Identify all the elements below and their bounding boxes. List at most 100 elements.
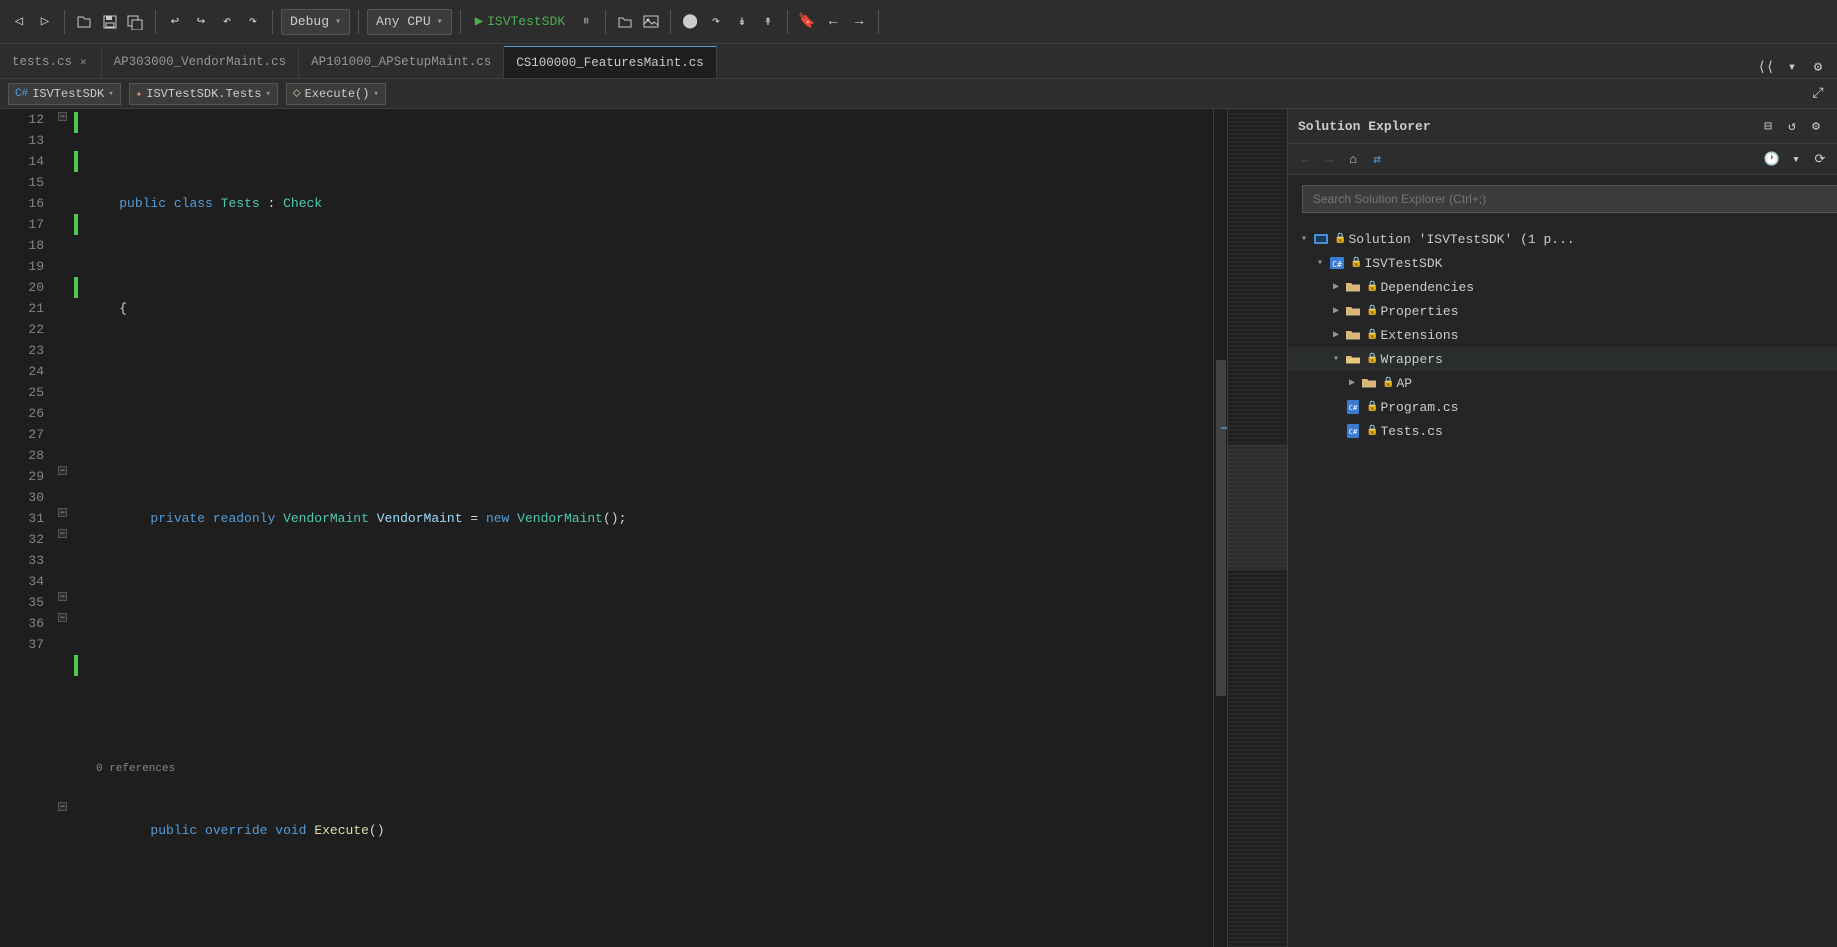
tab-ap101000[interactable]: AP101000_APSetupMaint.cs [299, 46, 504, 78]
tab-tests-cs[interactable]: tests.cs ✕ [0, 46, 102, 78]
se-filter-icon[interactable]: ▾ [1785, 148, 1807, 170]
debug-config-dropdown[interactable]: Debug ▾ [281, 9, 350, 35]
line-num-20: 20 [0, 277, 44, 298]
run-button[interactable]: ▶ ISVTestSDK [469, 9, 571, 35]
save-all-icon[interactable] [125, 11, 147, 33]
code-line-14 [88, 403, 1213, 424]
scroll-thumb[interactable] [1216, 360, 1226, 695]
se-btn-settings[interactable]: ⚙ [1805, 115, 1827, 137]
chevron-properties[interactable]: ▶ [1328, 303, 1344, 319]
tree-item-extensions[interactable]: ▶ 🔒 Extensions [1288, 323, 1837, 347]
tabs-settings[interactable]: ⚙ [1807, 56, 1829, 78]
breakpoints-icon[interactable]: ⬤ [679, 11, 701, 33]
line-num-36: 36 [0, 613, 44, 634]
lock-icon-tests: 🔒 [1366, 425, 1378, 437]
se-btn-collapse[interactable]: ⊟ [1757, 115, 1779, 137]
nav-forward-icon[interactable]: → [848, 11, 870, 33]
project-nav-dropdown[interactable]: C# ISVTestSDK ▾ [8, 83, 121, 105]
code-editor[interactable]: 12 13 14 15 16 17 18 19 20 21 22 23 24 2… [0, 109, 1287, 947]
tree-label-project: ISVTestSDK [1364, 256, 1442, 271]
class-nav-dropdown[interactable]: ✦ ISVTestSDK.Tests ▾ [129, 83, 278, 105]
tab-close-tests[interactable]: ✕ [78, 54, 89, 70]
se-home-button[interactable]: ⌂ [1342, 148, 1364, 170]
green-bar-16 [74, 214, 78, 235]
vertical-scrollbar[interactable] [1213, 109, 1227, 947]
undo2-icon[interactable]: ↶ [216, 11, 238, 33]
bookmark-icon[interactable]: 🔖 [796, 11, 818, 33]
step-into-icon[interactable]: ↡ [731, 11, 753, 33]
tree-item-solution[interactable]: ▾ 🔒 Solution 'ISVTestSDK' (1 p... [1288, 227, 1837, 251]
solution-explorer-header: Solution Explorer ⊟ ↺ ⚙ [1288, 109, 1837, 144]
se-refresh-icon[interactable]: ⟳ [1809, 148, 1831, 170]
tabs-scroll-left[interactable]: ⟨⟨ [1755, 56, 1777, 78]
tree-item-dependencies[interactable]: ▶ 🔒 Dependencies [1288, 275, 1837, 299]
se-back-button[interactable]: ← [1294, 148, 1316, 170]
solution-icon [1312, 230, 1330, 248]
collapse-21[interactable]: − [58, 529, 67, 538]
collapse-24[interactable]: − [58, 592, 67, 601]
expand-icon[interactable]: ⤢ [1807, 83, 1829, 105]
redo2-icon[interactable]: ↷ [242, 11, 264, 33]
tree-item-ap[interactable]: ▶ 🔒 AP [1288, 371, 1837, 395]
tabs-dropdown[interactable]: ▾ [1781, 56, 1803, 78]
chevron-project[interactable]: ▾ [1312, 255, 1328, 271]
tree-item-wrappers[interactable]: ▾ 🔒 Wrappers [1288, 347, 1837, 371]
collapse-20[interactable]: − [58, 508, 67, 517]
collapse-12[interactable]: − [58, 112, 67, 121]
tab-label-ap101000: AP101000_APSetupMaint.cs [311, 55, 491, 69]
tab-ap303000[interactable]: AP303000_VendorMaint.cs [102, 46, 300, 78]
chevron-ap[interactable]: ▶ [1344, 375, 1360, 391]
se-sync-button[interactable]: ⇄ [1366, 148, 1388, 170]
undo-icon[interactable]: ↩ [164, 11, 186, 33]
pause-icon[interactable]: ⏸ [575, 11, 597, 33]
chevron-dependencies[interactable]: ▶ [1328, 279, 1344, 295]
toolbar-sep-1 [64, 10, 65, 34]
line-num-24: 24 [0, 361, 44, 382]
chevron-wrappers[interactable]: ▾ [1328, 351, 1344, 367]
platform-label: Any CPU [376, 14, 431, 29]
toolbar-sep-7 [670, 10, 671, 34]
se-forward-button[interactable]: → [1318, 148, 1340, 170]
tree-label-solution: Solution 'ISVTestSDK' (1 p... [1348, 232, 1574, 247]
chevron-solution[interactable]: ▾ [1296, 231, 1312, 247]
image-icon[interactable] [640, 11, 662, 33]
go-back-icon[interactable]: ◁ [8, 11, 30, 33]
project-icon: C# [1328, 254, 1346, 272]
expand-editor-btn[interactable]: ⤢ [1807, 83, 1829, 105]
save-icon[interactable] [99, 11, 121, 33]
folder-icon-ap [1360, 374, 1378, 392]
chevron-extensions[interactable]: ▶ [1328, 327, 1344, 343]
class-nav-icon: ✦ [136, 87, 143, 101]
lock-icon-wrappers: 🔒 [1366, 353, 1378, 365]
tree-item-properties[interactable]: ▶ 🔒 Properties [1288, 299, 1837, 323]
tab-cs100000[interactable]: CS100000_FeaturesMaint.cs [504, 46, 717, 78]
step-over-icon[interactable]: ↷ [705, 11, 727, 33]
se-clock-icon[interactable]: 🕐 [1761, 148, 1783, 170]
collapse-17[interactable]: − [58, 466, 67, 475]
method-nav-dropdown[interactable]: ⬦ Execute() ▾ [286, 83, 386, 105]
toolbar-sep-2 [155, 10, 156, 34]
line-num-21: 21 [0, 298, 44, 319]
debug-config-arrow: ▾ [335, 16, 341, 28]
platform-dropdown[interactable]: Any CPU ▾ [367, 9, 452, 35]
tree-item-tests-cs[interactable]: ▶ C# 🔒 Tests.cs [1288, 419, 1837, 443]
run-icon: ▶ [475, 13, 483, 30]
collapse-25[interactable]: − [58, 613, 67, 622]
step-out-icon[interactable]: ↟ [757, 11, 779, 33]
go-forward-icon[interactable]: ▷ [34, 11, 56, 33]
class-nav-arrow: ▾ [265, 89, 270, 99]
cs-icon-program: C# [1344, 398, 1362, 416]
solution-explorer-search[interactable] [1302, 185, 1837, 213]
code-content[interactable]: public class Tests : Check { private rea… [80, 109, 1213, 947]
method-nav-label: Execute() [305, 87, 370, 101]
collapse-33[interactable]: − [58, 802, 67, 811]
redo-icon[interactable]: ↪ [190, 11, 212, 33]
open-folder-icon[interactable] [614, 11, 636, 33]
tree-label-wrappers: Wrappers [1380, 352, 1442, 367]
project-nav-label: ISVTestSDK [32, 87, 104, 101]
nav-back-icon[interactable]: ← [822, 11, 844, 33]
tree-item-program-cs[interactable]: ▶ C# 🔒 Program.cs [1288, 395, 1837, 419]
tree-item-project[interactable]: ▾ C# 🔒 ISVTestSDK [1288, 251, 1837, 275]
se-btn-refresh[interactable]: ↺ [1781, 115, 1803, 137]
open-file-icon[interactable] [73, 11, 95, 33]
